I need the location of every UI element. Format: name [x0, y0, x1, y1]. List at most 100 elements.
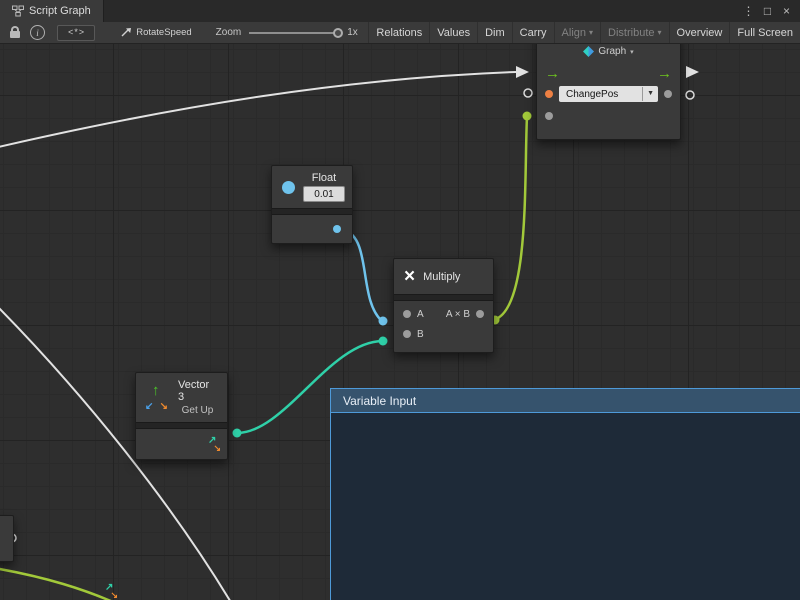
variable-name-label: ChangePos [566, 89, 638, 100]
variable-scope-label: Graph [598, 46, 626, 57]
port-a-label: A [417, 309, 424, 320]
vector3-node-subtitle: Get Up [182, 405, 214, 416]
port-result-label: A × B [446, 309, 470, 320]
flow-port-row: → → [537, 65, 680, 82]
carry-button[interactable]: Carry [512, 22, 554, 43]
node-divider [272, 208, 352, 215]
vector3-type-icon[interactable]: ↗ ↘ [104, 585, 117, 598]
vector3-node-title: Vector 3 [178, 379, 217, 403]
node-divider [394, 294, 493, 301]
output-port-result[interactable] [476, 310, 484, 318]
float-node-header: Float 0.01 [272, 166, 352, 208]
dim-button[interactable]: Dim [477, 22, 512, 43]
vector-wire-start [233, 429, 242, 438]
graph-asset-breadcrumb[interactable]: RotateSpeed [121, 27, 191, 38]
align-label: Align [562, 27, 586, 39]
graph-name-label: RotateSpeed [136, 27, 191, 38]
zoom-slider-handle[interactable] [333, 28, 343, 38]
carry-label: Carry [520, 27, 547, 39]
zoom-value: 1x [347, 27, 358, 38]
values-button[interactable]: Values [429, 22, 477, 43]
graph-toolbar: i <*> RotateSpeed Zoom 1x Relations Valu… [0, 22, 800, 44]
distribute-label: Distribute [608, 27, 654, 39]
distribute-button[interactable]: Distribute ▾ [600, 22, 668, 43]
tab-title: Script Graph [29, 5, 91, 17]
value-input-port[interactable] [545, 90, 553, 98]
overview-button[interactable]: Overview [669, 22, 730, 43]
port-row-b: B [394, 324, 493, 344]
variable-name-dropdown[interactable]: ChangePos ▼ [559, 86, 658, 102]
float-wire-endpoint [379, 317, 388, 326]
value-output-port[interactable] [664, 90, 672, 98]
variable-scope-dropdown[interactable]: Graph ▾ [537, 44, 680, 59]
variable-input-group[interactable]: Variable Input [330, 388, 800, 600]
port-b-label: B [417, 329, 424, 340]
toolbar-buttons: Relations Values Dim Carry Align ▾ Distr… [368, 22, 800, 43]
multiply-ports: A A × B B [394, 301, 493, 352]
code-view-label: <*> [68, 28, 84, 38]
menu-icon[interactable]: ⋮ [741, 0, 756, 22]
flow-wire-in [0, 72, 516, 148]
flow-in-arrowhead[interactable] [516, 66, 529, 78]
extra-input-port[interactable] [545, 112, 553, 120]
values-label: Values [437, 27, 470, 39]
vector3-get-up-node[interactable]: ↑ ↙ ↘ Vector 3 Get Up ↗ ↘ [135, 372, 228, 460]
zoom-label: Zoom [216, 27, 242, 38]
graph-arrow-icon [121, 27, 132, 38]
unconnected-port-ring-left[interactable] [524, 89, 532, 97]
input-port-a[interactable] [403, 310, 411, 318]
vector3-node-header: ↑ ↙ ↘ Vector 3 Get Up [136, 373, 227, 422]
group-title: Variable Input [343, 394, 416, 408]
relations-button[interactable]: Relations [368, 22, 429, 43]
result-wire-endpoint [523, 112, 532, 121]
info-icon[interactable]: i [30, 25, 45, 40]
chevron-down-icon: ▾ [589, 28, 593, 37]
float-node-title: Float [312, 172, 336, 184]
flow-out-arrowhead[interactable] [686, 66, 699, 78]
float-output-port[interactable] [333, 225, 341, 233]
unconnected-port-ring-right[interactable] [686, 91, 694, 99]
vector-wire-endpoint [379, 337, 388, 346]
float-node[interactable]: Float 0.01 [271, 165, 353, 244]
input-port-b[interactable] [403, 330, 411, 338]
zoom-slider[interactable] [249, 32, 339, 34]
multiply-node-title: Multiply [423, 271, 460, 283]
float-port-row [272, 215, 352, 243]
chevron-down-icon: ▼ [642, 87, 654, 101]
close-icon[interactable]: × [779, 0, 794, 22]
flow-input-port[interactable]: → [545, 66, 560, 81]
fullscreen-label: Full Screen [737, 27, 793, 39]
float-type-icon [282, 181, 295, 194]
graph-canvas[interactable]: Variable Input [0, 44, 800, 600]
multiply-node[interactable]: × Multiply A A × B B [393, 258, 494, 353]
port-row-a: A A × B [394, 304, 493, 324]
tab-script-graph[interactable]: Script Graph [0, 0, 104, 22]
chevron-down-icon: ▾ [630, 48, 634, 56]
result-wire [493, 116, 527, 320]
info-glyph: i [36, 28, 39, 38]
code-view-button[interactable]: <*> [57, 25, 95, 41]
window-controls: ⋮ □ × [741, 0, 800, 22]
southeast-arrow-icon: ↘ [160, 401, 168, 412]
dim-label: Dim [485, 27, 505, 39]
southwest-arrow-icon: ↙ [145, 401, 153, 412]
align-button[interactable]: Align ▾ [554, 22, 600, 43]
zoom-control: Zoom 1x [216, 27, 358, 38]
southeast-arrow-icon: ↘ [110, 590, 118, 600]
float-value-input[interactable]: 0.01 [303, 186, 345, 202]
get-up-icon: ↑ ↙ ↘ [146, 386, 170, 410]
multiply-icon: × [404, 267, 415, 286]
group-header[interactable]: Variable Input [331, 389, 800, 413]
vector3-type-icon[interactable]: ↗ ↘ [207, 438, 220, 451]
offscreen-node-stub[interactable] [0, 515, 14, 562]
set-variable-node[interactable]: Graph ▾ → → ChangePos ▼ [536, 44, 681, 140]
southeast-arrow-icon: ↘ [213, 443, 221, 454]
fullscreen-button[interactable]: Full Screen [729, 22, 800, 43]
multiply-node-header: × Multiply [394, 259, 493, 294]
flow-output-port[interactable]: → [657, 66, 672, 81]
node-divider [136, 422, 227, 429]
maximize-icon[interactable]: □ [760, 0, 775, 22]
variable-kind-icon [583, 46, 594, 57]
lock-icon[interactable] [10, 31, 20, 38]
overview-label: Overview [677, 27, 723, 39]
